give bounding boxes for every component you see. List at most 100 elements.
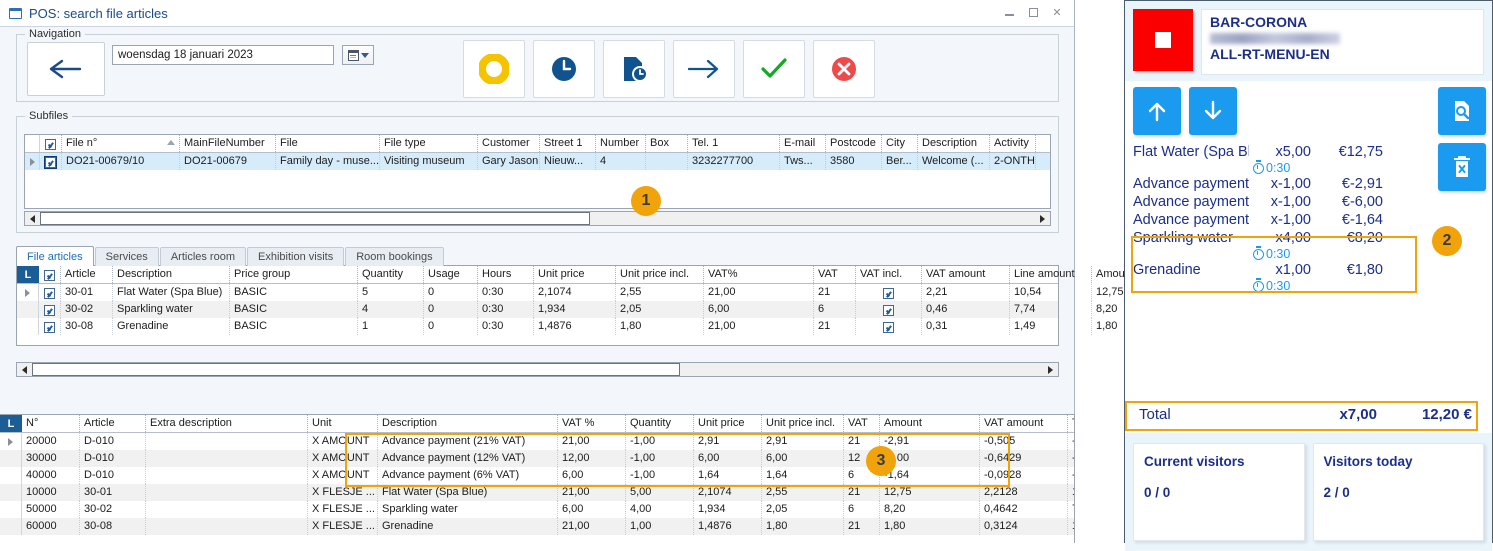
subfiles-grid[interactable]: File n°MainFileNumberFileFile typeCustom… <box>24 134 1051 209</box>
column-header-e-mail[interactable]: E-mail <box>780 135 826 152</box>
column-header-extra-description[interactable]: Extra description <box>146 415 308 432</box>
scroll-left-icon[interactable] <box>17 363 32 376</box>
row-checkbox[interactable] <box>45 157 56 168</box>
scroll-thumb[interactable] <box>40 212 590 225</box>
vat-incl-checkbox-cell[interactable] <box>856 318 922 335</box>
row-select-cell[interactable] <box>40 153 62 170</box>
column-header-unit-price-incl[interactable]: Unit price incl. <box>616 266 704 283</box>
column-header-total-amount-excl[interactable]: Total amount (excl.) <box>1068 415 1075 432</box>
row-checkbox[interactable] <box>44 322 55 333</box>
receipt-line[interactable]: Flat Water (Spa Blue)x5,00€12,75 <box>1133 143 1383 161</box>
receipt-line[interactable]: Advance payment (12%...x-1,00€-6,00 <box>1133 193 1383 211</box>
select-all-checkbox-header[interactable] <box>40 135 62 152</box>
column-header-description[interactable]: Description <box>113 266 230 283</box>
column-header-vat[interactable]: VAT% <box>704 266 814 283</box>
document-lines-grid[interactable]: LN°ArticleExtra descriptionUnitDescripti… <box>0 414 1075 543</box>
next-button[interactable] <box>673 40 735 98</box>
column-header-line-amount[interactable]: Line amount <box>1010 266 1092 283</box>
scroll-right-icon[interactable] <box>1035 212 1050 225</box>
receipt-line[interactable]: Advance payment (21%...x-1,00€-2,91 <box>1133 175 1383 193</box>
row-checkbox[interactable] <box>44 288 55 299</box>
column-header-box[interactable]: Box <box>646 135 688 152</box>
column-header-vat[interactable]: VAT <box>844 415 880 432</box>
select-all-checkbox-header[interactable] <box>39 266 61 283</box>
scroll-thumb[interactable] <box>32 363 680 376</box>
tab-file-articles[interactable]: File articles <box>16 246 94 266</box>
table-row[interactable]: 6000030-08X FLESJE ...Grenadine21,001,00… <box>0 518 1074 535</box>
date-input[interactable]: woensdag 18 januari 2023 <box>112 45 334 65</box>
table-row[interactable]: 30-02Sparkling waterBASIC400:301,9342,05… <box>17 301 1058 318</box>
tab-exhibition-visits[interactable]: Exhibition visits <box>247 247 344 266</box>
table-row[interactable]: 1000030-01X FLESJE ...Flat Water (Spa Bl… <box>0 484 1074 501</box>
column-header-article[interactable]: Article <box>61 266 113 283</box>
table-row[interactable]: 30000D-010X AMOUNTAdvance payment (12% V… <box>0 450 1074 467</box>
column-header-price-group[interactable]: Price group <box>230 266 358 283</box>
column-header-vat[interactable]: VAT <box>814 266 856 283</box>
column-header-number[interactable]: Number <box>596 135 646 152</box>
column-header-customer[interactable]: Customer <box>478 135 540 152</box>
column-header-activity[interactable]: Activity <box>990 135 1036 152</box>
receipt-line[interactable]: Sparkling waterx4,00€8,20 <box>1133 229 1383 247</box>
column-header-usage[interactable]: Usage <box>424 266 478 283</box>
table-row[interactable]: 40000D-010X AMOUNTAdvance payment (6% VA… <box>0 467 1074 484</box>
date-picker-button[interactable] <box>342 45 374 65</box>
scroll-right-icon[interactable] <box>1043 363 1058 376</box>
delete-line-button[interactable] <box>1438 143 1486 191</box>
column-header-vat-amount[interactable]: VAT amount <box>922 266 1010 283</box>
tab-articles-room[interactable]: Articles room <box>160 247 246 266</box>
column-header-quantity[interactable]: Quantity <box>358 266 424 283</box>
scroll-down-button[interactable] <box>1189 87 1237 135</box>
column-header-file-n[interactable]: File n° <box>62 135 180 152</box>
row-checkbox[interactable] <box>44 270 55 281</box>
receipt-line[interactable]: Advance payment (6% V...x-1,00€-1,64 <box>1133 211 1383 229</box>
status-ring-button[interactable] <box>463 40 525 98</box>
table-row[interactable]: 30-08GrenadineBASIC100:301,48761,8021,00… <box>17 318 1058 335</box>
scroll-left-icon[interactable] <box>25 212 40 225</box>
row-checkbox[interactable] <box>45 139 56 150</box>
column-header-postcode[interactable]: Postcode <box>826 135 882 152</box>
cancel-button[interactable] <box>813 40 875 98</box>
column-header-unit-price[interactable]: Unit price <box>534 266 616 283</box>
column-header-unit-price-incl[interactable]: Unit price incl. <box>762 415 844 432</box>
column-header-mainfilenumber[interactable]: MainFileNumber <box>180 135 276 152</box>
column-header-unit-price[interactable]: Unit price <box>694 415 762 432</box>
column-header-description[interactable]: Description <box>918 135 990 152</box>
table-row[interactable]: 30-01Flat Water (Spa Blue)BASIC500:302,1… <box>17 284 1058 301</box>
column-header-tel-1[interactable]: Tel. 1 <box>688 135 780 152</box>
column-header-city[interactable]: City <box>882 135 918 152</box>
column-header-vat-amount[interactable]: VAT amount <box>980 415 1068 432</box>
file-articles-hscrollbar[interactable] <box>16 362 1059 377</box>
column-header-amount[interactable]: Amount <box>880 415 980 432</box>
vat-incl-checkbox-cell[interactable] <box>856 301 922 318</box>
table-row[interactable]: 5000030-02X FLESJE ...Sparkling water6,0… <box>0 501 1074 518</box>
row-select-cell[interactable] <box>39 284 61 301</box>
tab-services[interactable]: Services <box>95 247 159 266</box>
column-header-article[interactable]: Article <box>80 415 146 432</box>
table-row[interactable]: DO21-00679/10DO21-00679Family day - muse… <box>25 153 1050 170</box>
clock-button[interactable] <box>533 40 595 98</box>
column-header-vat-incl[interactable]: VAT incl. <box>856 266 922 283</box>
tab-room-bookings[interactable]: Room bookings <box>345 247 443 266</box>
row-checkbox[interactable] <box>883 305 894 316</box>
subfiles-hscrollbar[interactable] <box>24 211 1051 226</box>
document-clock-button[interactable] <box>603 40 665 98</box>
row-checkbox[interactable] <box>44 305 55 316</box>
column-header-file[interactable]: File <box>276 135 380 152</box>
back-button[interactable] <box>27 42 105 96</box>
minimize-button[interactable] <box>998 2 1020 22</box>
scroll-track[interactable] <box>680 363 1043 376</box>
column-header-unit[interactable]: Unit <box>308 415 378 432</box>
receipt-line[interactable]: Grenadinex1,00€1,80 <box>1133 261 1383 279</box>
column-header-street-1[interactable]: Street 1 <box>540 135 596 152</box>
file-articles-grid[interactable]: LArticleDescriptionPrice groupQuantityUs… <box>16 265 1059 346</box>
confirm-button[interactable] <box>743 40 805 98</box>
column-header-n[interactable]: N° <box>22 415 80 432</box>
row-checkbox[interactable] <box>883 322 894 333</box>
row-select-cell[interactable] <box>39 301 61 318</box>
column-header-quantity[interactable]: Quantity <box>626 415 694 432</box>
scroll-up-button[interactable] <box>1133 87 1181 135</box>
vat-incl-checkbox-cell[interactable] <box>856 284 922 301</box>
row-checkbox[interactable] <box>883 288 894 299</box>
column-header-hours[interactable]: Hours <box>478 266 534 283</box>
column-header-vat[interactable]: VAT % <box>558 415 626 432</box>
